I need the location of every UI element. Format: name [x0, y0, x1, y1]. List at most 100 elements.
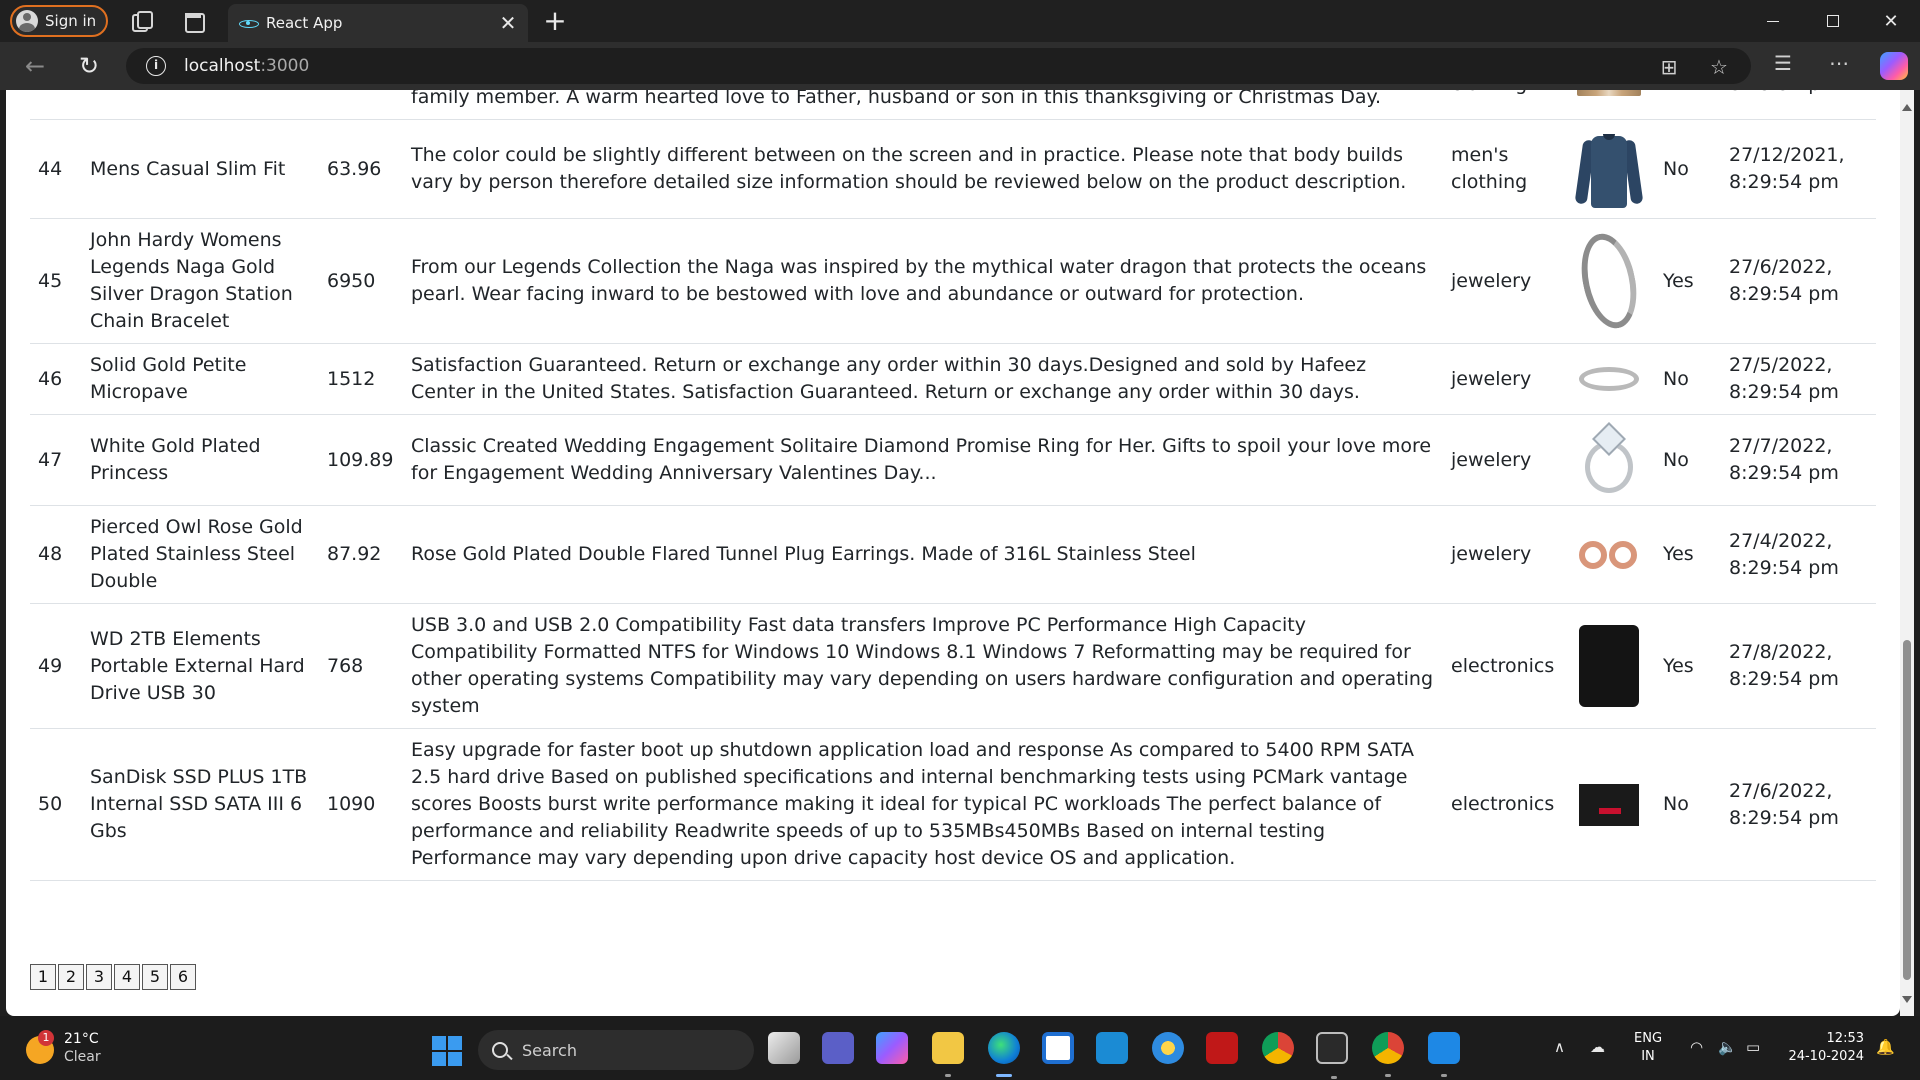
product-id: 46 — [30, 343, 82, 415]
page-button-1[interactable]: 1 — [30, 964, 56, 990]
table-row: 50 SanDisk SSD PLUS 1TB Internal SSD SATA… — [30, 728, 1876, 881]
scroll-up-arrow-icon[interactable] — [1902, 104, 1912, 111]
show-hidden-icons-icon[interactable]: ∧ — [1554, 1038, 1565, 1056]
system-clock[interactable]: 12:53 24-10-2024 — [1784, 1030, 1864, 1066]
url-host: localhost — [184, 56, 261, 76]
wifi-icon[interactable]: ◠ — [1690, 1038, 1703, 1056]
scroll-down-arrow-icon[interactable] — [1902, 996, 1912, 1003]
input-language-indicator[interactable]: ENG IN — [1634, 1030, 1662, 1066]
product-thumbnail-bracelet — [1573, 227, 1645, 335]
minimize-window-icon[interactable] — [1744, 0, 1802, 42]
product-title: Solid Gold Petite Micropave — [82, 343, 319, 415]
taskbar-search-box[interactable]: Search — [478, 1030, 754, 1070]
start-button-icon[interactable] — [432, 1036, 462, 1066]
product-is-new: No — [1655, 119, 1721, 219]
product-thumbnail-shirt — [1574, 128, 1644, 210]
copilot-icon[interactable] — [1880, 52, 1908, 80]
vscode-icon[interactable] — [1428, 1032, 1460, 1077]
product-is-new: No — [1655, 728, 1721, 881]
workspaces-icon[interactable] — [128, 8, 154, 34]
close-window-icon[interactable]: ✕ — [1862, 0, 1920, 42]
page-button-5[interactable]: 5 — [142, 964, 168, 990]
scrollbar-thumb[interactable] — [1903, 640, 1911, 980]
product-date: 27/4/2022, 8:29:54 pm — [1721, 505, 1876, 604]
product-category: electronics — [1443, 603, 1569, 729]
more-options-icon[interactable]: ⋯ — [1828, 52, 1850, 74]
product-category: jewelery — [1443, 218, 1569, 344]
back-arrow-icon[interactable]: ← — [20, 52, 50, 82]
product-category: jewelery — [1443, 343, 1569, 415]
terminal-icon[interactable] — [1316, 1032, 1348, 1079]
chrome-profile-icon[interactable] — [1372, 1032, 1404, 1077]
page-viewport: 43Mens Cotton Jacket55.99great outerwear… — [6, 90, 1900, 1016]
restore-window-icon[interactable] — [1804, 0, 1862, 42]
notification-badge: 1 — [38, 1030, 54, 1046]
product-description: The color could be slightly different be… — [403, 119, 1443, 219]
mysql-workbench-icon[interactable] — [1096, 1032, 1128, 1064]
language-region: IN — [1641, 1049, 1655, 1064]
volume-icon[interactable]: 🔈 — [1718, 1038, 1737, 1056]
microsoft-store-icon[interactable] — [1042, 1032, 1074, 1064]
product-category: electronics — [1443, 728, 1569, 881]
onedrive-icon[interactable]: ☁ — [1590, 1038, 1605, 1056]
page-button-3[interactable]: 3 — [86, 964, 112, 990]
product-is-new: Yes — [1655, 218, 1721, 344]
search-icon — [492, 1042, 508, 1058]
table-row: 45 John Hardy Womens Legends Naga Gold Si… — [30, 218, 1876, 344]
task-view-icon[interactable] — [768, 1032, 800, 1064]
product-title: WD 2TB Elements Portable External Hard D… — [82, 603, 319, 729]
file-explorer-icon[interactable] — [932, 1032, 964, 1077]
vertical-tabs-icon[interactable] — [180, 8, 206, 34]
sign-in-button[interactable]: Sign in — [10, 5, 108, 37]
product-price: 55.99 — [319, 90, 403, 120]
page-button-2[interactable]: 2 — [58, 964, 84, 990]
product-description: Satisfaction Guaranteed. Return or excha… — [403, 343, 1443, 415]
site-info-icon[interactable]: i — [146, 56, 166, 76]
product-thumbnail-thinring — [1577, 363, 1641, 395]
page-scrollbar[interactable] — [1900, 90, 1914, 1016]
product-date: 27/6/2022, 8:29:54 pm — [1721, 218, 1876, 344]
refresh-icon[interactable]: ↻ — [74, 52, 104, 82]
weather-widget-icon[interactable]: 1 — [24, 1030, 60, 1066]
weather-condition: Clear — [64, 1049, 101, 1065]
favorite-star-icon[interactable]: ☆ — [1708, 56, 1730, 78]
mcafee-icon[interactable] — [1206, 1032, 1238, 1064]
product-date: 27/5/2022, 8:29:54 pm — [1721, 343, 1876, 415]
language-code: ENG — [1634, 1031, 1663, 1046]
address-url[interactable]: localhost:3000 — [184, 56, 309, 76]
product-date: 27/12/2021, 8:29:54 pm — [1721, 119, 1876, 219]
battery-icon[interactable]: ▭ — [1746, 1038, 1760, 1056]
product-is-new: Yes — [1655, 505, 1721, 604]
teams-icon[interactable] — [822, 1032, 854, 1064]
chrome-icon[interactable] — [1262, 1032, 1294, 1064]
address-bar[interactable]: i localhost:3000 ⊞ ☆ — [126, 48, 1751, 84]
copilot-app-icon[interactable] — [876, 1032, 908, 1064]
table-row: 46 Solid Gold Petite Micropave 1512 Satisfa… — [30, 343, 1876, 415]
table-row: 49 WD 2TB Elements Portable External Hard… — [30, 603, 1876, 729]
product-date: 27/8/2022, 8:29:54 pm — [1721, 603, 1876, 729]
product-image — [1569, 728, 1655, 881]
product-price: 87.92 — [319, 505, 403, 604]
apps-grid-icon[interactable]: ⊞ — [1658, 56, 1680, 78]
product-title: Mens Cotton Jacket — [82, 90, 319, 120]
product-title: Mens Casual Slim Fit — [82, 119, 319, 219]
favorites-list-icon[interactable]: ☰ — [1772, 52, 1794, 74]
tab-title: React App — [266, 14, 343, 32]
weather-widget[interactable]: 21°C Clear — [64, 1030, 101, 1066]
product-price: 768 — [319, 603, 403, 729]
page-button-6[interactable]: 6 — [170, 964, 196, 990]
close-tab-icon[interactable]: ✕ — [494, 11, 522, 35]
product-thumbnail-earrings — [1577, 537, 1641, 573]
edge-browser-icon[interactable] — [988, 1032, 1020, 1077]
notifications-bell-icon[interactable]: 🔔 — [1876, 1038, 1895, 1056]
page-button-4[interactable]: 4 — [114, 964, 140, 990]
product-title: Pierced Owl Rose Gold Plated Stainless S… — [82, 505, 319, 604]
product-thumbnail-diamond — [1577, 422, 1641, 497]
product-date: 27/6/2022, 8:29:54 pm — [1721, 728, 1876, 881]
help-app-icon[interactable] — [1152, 1032, 1184, 1064]
products-table: 43Mens Cotton Jacket55.99great outerwear… — [30, 90, 1876, 881]
new-tab-icon[interactable]: + — [540, 4, 570, 38]
taskbar-search-label: Search — [522, 1040, 577, 1060]
tab-react-app[interactable]: React App ✕ — [228, 4, 528, 42]
table-row: 43Mens Cotton Jacket55.99great outerwear… — [30, 90, 1876, 120]
